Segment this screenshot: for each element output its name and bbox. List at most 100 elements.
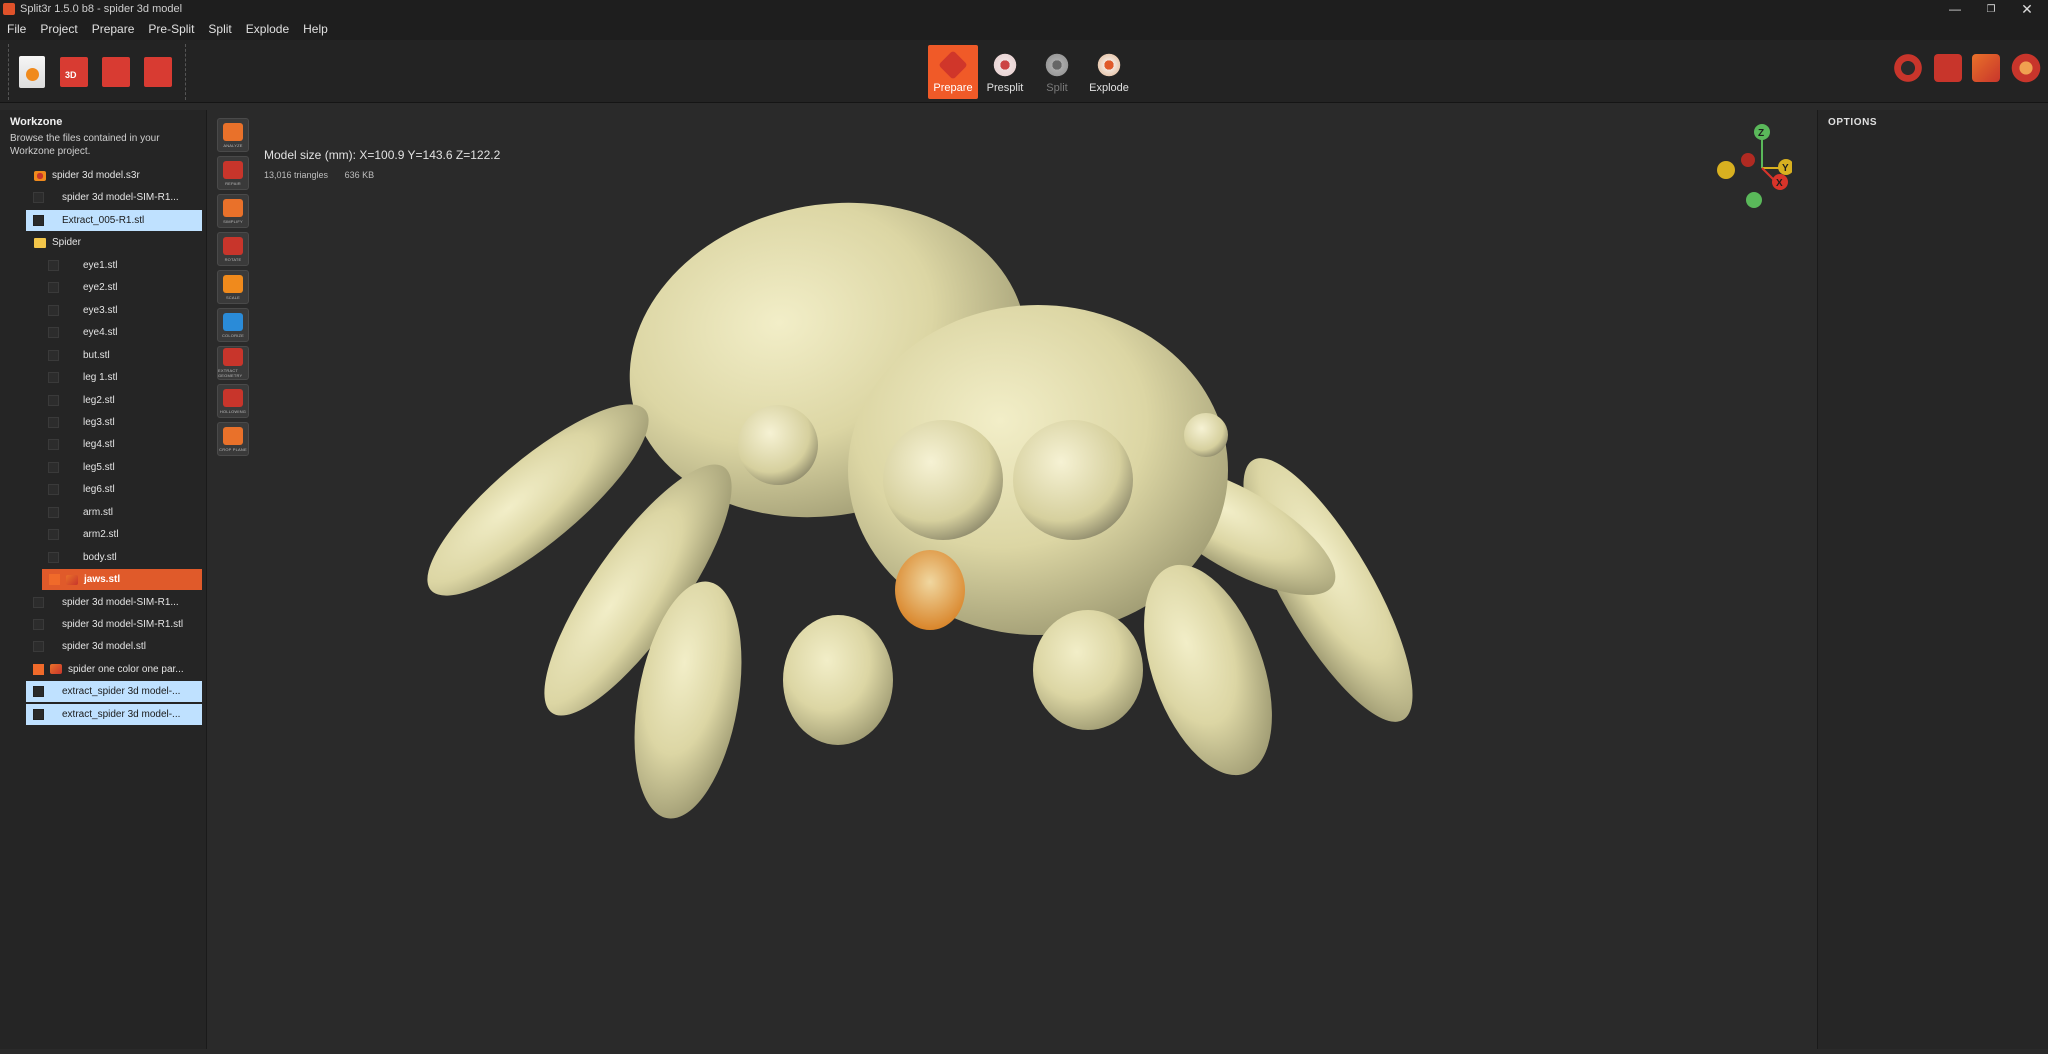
3d-viewport[interactable] (208, 110, 1816, 1049)
tree-item[interactable]: eye4.stl (26, 322, 202, 343)
colorize-icon (223, 312, 243, 331)
tree-item[interactable]: but.stl (26, 345, 202, 366)
tree-checkbox[interactable] (33, 214, 44, 226)
menu-pre-split[interactable]: Pre-Split (141, 22, 201, 36)
tree-item[interactable]: spider 3d model.stl (26, 636, 202, 657)
tool-colorize[interactable]: COLORIZE (217, 308, 249, 342)
tree-item[interactable]: leg3.stl (26, 412, 202, 433)
tree-checkbox[interactable] (33, 192, 44, 204)
tree-item[interactable]: spider one color one par... (26, 659, 202, 680)
tree-item[interactable]: spider 3d model-SIM-R1... (26, 187, 202, 208)
eye-small-right (1184, 413, 1228, 457)
tool-extract-geometry[interactable]: EXTRACT GEOMETRY (217, 346, 249, 380)
tree-checkbox[interactable] (33, 708, 44, 720)
mode-prepare[interactable]: Prepare (928, 45, 978, 99)
menu-bar: File Project Prepare Pre-Split Split Exp… (0, 18, 2048, 40)
tree-item[interactable]: spider 3d model.s3r (30, 165, 200, 186)
tree-checkbox[interactable] (48, 259, 59, 271)
tree-checkbox[interactable] (48, 439, 59, 451)
neg-x-handle[interactable] (1741, 153, 1755, 167)
tree-item-label: spider 3d model-SIM-R1... (62, 192, 179, 204)
tree-checkbox[interactable] (48, 349, 59, 361)
tool-repair[interactable]: REPAIR (217, 156, 249, 190)
menu-split[interactable]: Split (201, 22, 238, 36)
tree-checkbox[interactable] (48, 282, 59, 294)
settings-gear-icon[interactable] (1892, 52, 1924, 84)
tree-item-label: leg4.stl (83, 439, 115, 451)
file-toolbar: 3D (8, 44, 186, 100)
export-cube-icon[interactable] (1972, 54, 2000, 82)
neg-y-handle[interactable] (1717, 161, 1735, 179)
tree-item[interactable]: arm2.stl (26, 524, 202, 545)
save-project-button[interactable] (99, 55, 133, 89)
tree-item[interactable]: leg4.stl (26, 434, 202, 455)
tool-caption: HOLLOWING (219, 408, 247, 414)
tree-checkbox[interactable] (48, 416, 59, 428)
tool-caption: ROTATE (224, 256, 242, 262)
tree-item[interactable]: eye1.stl (26, 255, 202, 276)
tool-hollowing[interactable]: HOLLOWING (217, 384, 249, 418)
palp-left (783, 615, 893, 745)
tree-checkbox[interactable] (48, 394, 59, 406)
menu-help[interactable]: Help (296, 22, 335, 36)
tree-checkbox[interactable] (49, 574, 60, 586)
tree-checkbox[interactable] (48, 484, 59, 496)
tool-scale[interactable]: SCALE (217, 270, 249, 304)
tree-checkbox[interactable] (33, 663, 44, 675)
tree-item-label: but.stl (83, 349, 110, 361)
y-axis-label: Y (1782, 163, 1789, 174)
package-icon (66, 574, 78, 585)
tree-item[interactable]: Spider (30, 232, 200, 253)
tree-checkbox[interactable] (33, 596, 44, 608)
tree-checkbox[interactable] (33, 641, 44, 653)
tree-checkbox[interactable] (33, 686, 44, 698)
tree-checkbox[interactable] (48, 506, 59, 518)
mode-presplit[interactable]: Presplit (980, 45, 1030, 99)
neg-z-handle[interactable] (1746, 192, 1762, 208)
spider-model[interactable] (208, 110, 1816, 1049)
window-title: Split3r 1.5.0 b8 - spider 3d model (20, 3, 183, 15)
tree-checkbox[interactable] (48, 461, 59, 473)
package-icon (50, 664, 62, 675)
view-cube-icon[interactable] (1934, 54, 1962, 82)
tool-crop-plane[interactable]: CROP PLANE (217, 422, 249, 456)
tree-item[interactable]: eye3.stl (26, 300, 202, 321)
tree-checkbox[interactable] (48, 327, 59, 339)
tool-caption: REPAIR (225, 180, 241, 186)
close-button[interactable]: ✕ (2004, 0, 2048, 18)
tree-item[interactable]: jaws.stl (42, 569, 202, 591)
tree-item[interactable]: extract_spider 3d model-... (26, 681, 202, 703)
menu-file[interactable]: File (0, 22, 33, 36)
tool-analyze[interactable]: ANALYZE (217, 118, 249, 152)
mode-split[interactable]: Split (1032, 45, 1082, 99)
tree-item[interactable]: spider 3d model-SIM-R1... (26, 592, 202, 613)
tree-item[interactable]: body.stl (26, 547, 202, 568)
workzone-sidebar: Workzone Browse the files contained in y… (0, 110, 207, 1049)
tree-item[interactable]: extract_spider 3d model-... (26, 703, 202, 725)
help-icon[interactable] (2010, 52, 2042, 84)
tool-rotate[interactable]: ROTATE (217, 232, 249, 266)
tree-checkbox[interactable] (33, 619, 44, 630)
tree-item[interactable]: arm.stl (26, 502, 202, 523)
tree-item[interactable]: leg 1.stl (26, 367, 202, 388)
save-as-button[interactable] (141, 55, 175, 89)
tree-item[interactable]: spider 3d model-SIM-R1.stl (26, 614, 202, 635)
tree-item-label: jaws.stl (84, 574, 121, 586)
tree-item[interactable]: leg6.stl (26, 479, 202, 500)
menu-prepare[interactable]: Prepare (85, 22, 142, 36)
tree-item[interactable]: leg2.stl (26, 390, 202, 411)
tree-checkbox[interactable] (48, 529, 59, 541)
tree-item[interactable]: leg5.stl (26, 457, 202, 478)
new-project-button[interactable] (15, 55, 49, 89)
tree-item[interactable]: Extract_005-R1.stl (26, 209, 202, 231)
tree-checkbox[interactable] (48, 551, 59, 563)
import-3d-button[interactable]: 3D (57, 55, 91, 89)
tree-checkbox[interactable] (48, 304, 59, 316)
menu-project[interactable]: Project (33, 22, 84, 36)
tool-simplify[interactable]: SIMPLIFY (217, 194, 249, 228)
tree-checkbox[interactable] (48, 372, 59, 384)
axis-gizmo[interactable]: Z Y X (1712, 120, 1792, 210)
mode-explode[interactable]: Explode (1084, 45, 1134, 99)
menu-explode[interactable]: Explode (239, 22, 296, 36)
tree-item[interactable]: eye2.stl (26, 277, 202, 298)
